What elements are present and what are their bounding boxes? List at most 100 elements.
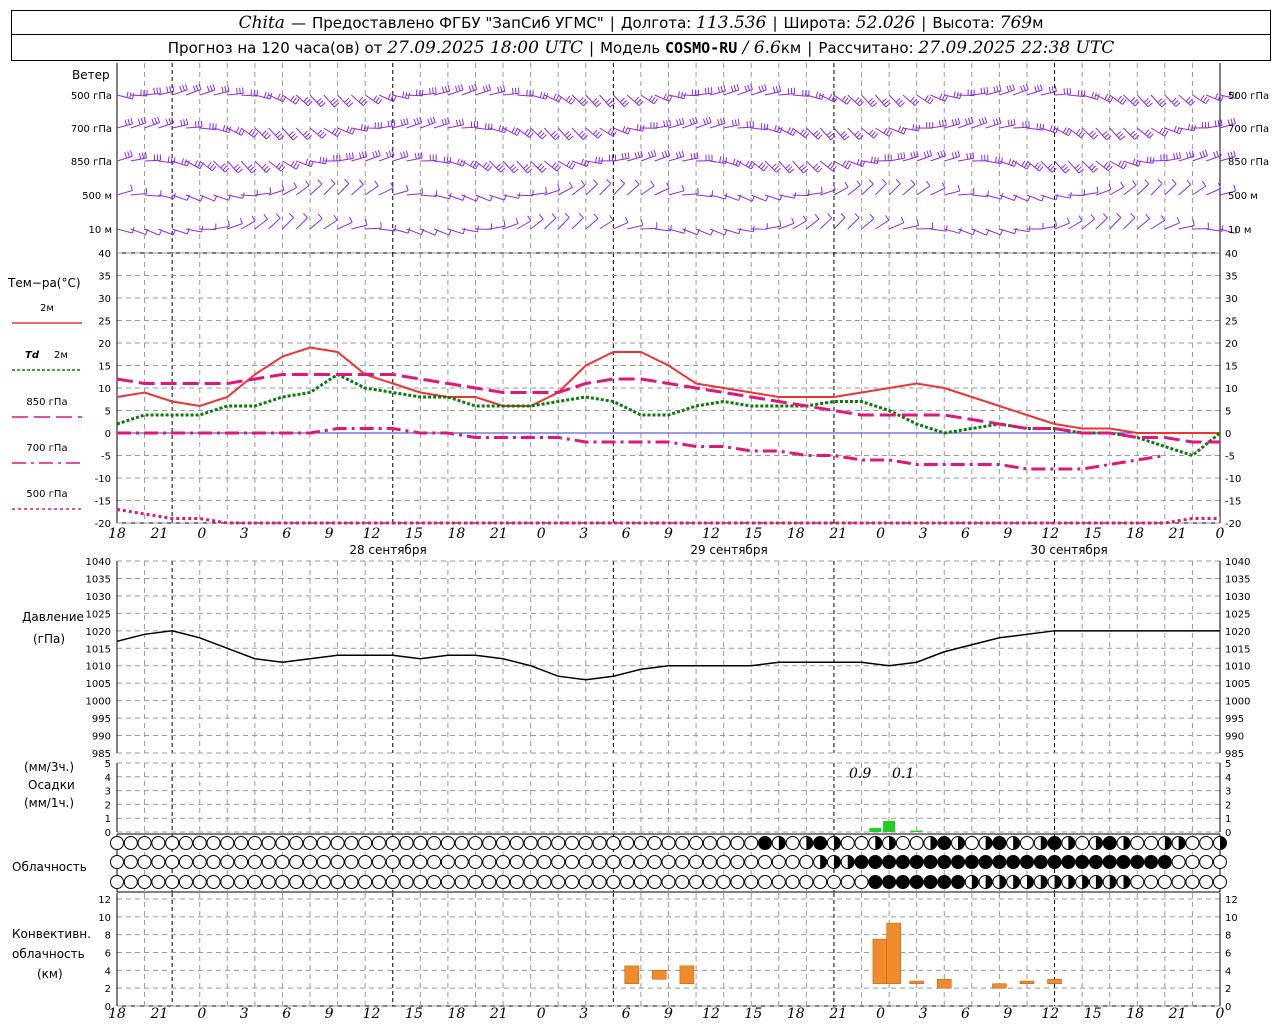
cloud-fill bbox=[820, 855, 827, 869]
wind-barb-feather bbox=[206, 86, 210, 93]
wind-barb bbox=[1206, 182, 1222, 196]
bottom-xtick: 18 bbox=[447, 1006, 465, 1022]
wind-barb bbox=[254, 214, 268, 230]
wind-barb bbox=[516, 160, 533, 174]
prec-ytick-left: 2 bbox=[105, 800, 111, 811]
bottom-xtick: 21 bbox=[489, 1006, 508, 1022]
wind-barb bbox=[282, 94, 300, 105]
cloud-circle bbox=[206, 855, 221, 869]
wind-barb-feather bbox=[764, 84, 767, 91]
temp-xtick: 0 bbox=[197, 526, 206, 542]
temp-xtick: 21 bbox=[150, 526, 169, 542]
wind-barb-shaft bbox=[158, 122, 174, 129]
convective-bar bbox=[1019, 980, 1035, 984]
wind-barb bbox=[226, 160, 243, 174]
wind-barb-shaft bbox=[668, 155, 684, 162]
wind-barb bbox=[1013, 83, 1029, 96]
cloud-fill bbox=[1054, 875, 1062, 889]
wind-barb bbox=[626, 150, 643, 162]
wind-barb-feather bbox=[1233, 117, 1236, 124]
cloud-fill bbox=[1103, 836, 1117, 850]
cloud-circle bbox=[496, 855, 511, 869]
cloud-circle bbox=[385, 836, 400, 850]
wind-barb-shaft bbox=[1054, 222, 1070, 230]
wind-barb bbox=[902, 179, 916, 196]
wind-barb-feather bbox=[318, 100, 324, 105]
cloud-symbol bbox=[261, 855, 276, 869]
wind-barb-feather bbox=[696, 152, 699, 159]
pres-ytick-right: 1025 bbox=[1225, 609, 1250, 620]
cloud-symbol bbox=[978, 855, 993, 869]
wind-barb-feather bbox=[640, 219, 644, 226]
bottom-xtick: 18 bbox=[787, 1006, 805, 1022]
cloud-symbol bbox=[344, 875, 359, 889]
wind-level-label-right: 700 гПа bbox=[1228, 124, 1269, 135]
prec-ytick-right: 4 bbox=[1225, 773, 1231, 784]
wind-barb-feather bbox=[750, 163, 755, 170]
cloud-fill bbox=[1013, 875, 1020, 889]
cloud-symbol bbox=[1157, 875, 1172, 889]
wind-barb-feather bbox=[224, 86, 227, 93]
wind-barb-feather bbox=[927, 96, 932, 103]
wind-barb-feather bbox=[820, 186, 823, 193]
wind-barb-shaft bbox=[916, 185, 931, 196]
cloud-circle bbox=[234, 875, 249, 889]
wind-barb-shaft bbox=[282, 187, 297, 196]
wind-barb-feather bbox=[627, 128, 631, 135]
wind-barb-feather bbox=[1075, 129, 1081, 135]
cloud-circle bbox=[413, 836, 428, 850]
wind-barb-feather bbox=[1054, 85, 1057, 92]
wind-barb-feather bbox=[1109, 96, 1114, 103]
cloud-circle bbox=[234, 855, 249, 869]
cloud-symbol bbox=[592, 875, 607, 889]
cloud-symbol bbox=[151, 855, 166, 869]
wind-barb-shaft bbox=[571, 127, 584, 140]
wind-barb-feather bbox=[813, 130, 819, 136]
cloud-symbol bbox=[716, 836, 731, 850]
wind-barb bbox=[723, 84, 740, 96]
cloud-circle bbox=[647, 836, 662, 850]
cloud-symbol bbox=[564, 836, 579, 850]
wind-barb-feather bbox=[334, 102, 340, 108]
wind-barb bbox=[1192, 180, 1207, 196]
wind-barb-feather bbox=[333, 214, 338, 221]
wind-barb-shaft bbox=[1206, 187, 1221, 196]
wind-barb-feather bbox=[681, 117, 685, 124]
cloud-fill bbox=[875, 836, 882, 850]
cloud-symbol bbox=[771, 875, 786, 889]
wind-barb-shaft bbox=[819, 127, 832, 141]
wind-barb-feather bbox=[854, 97, 860, 103]
temp-xtick: 15 bbox=[744, 526, 762, 542]
temp-ytick-right: 30 bbox=[1225, 294, 1238, 305]
precip-bar bbox=[869, 827, 882, 832]
wind-barb-feather bbox=[156, 87, 159, 94]
cloud-symbol bbox=[771, 836, 786, 850]
wind-barb-shaft bbox=[696, 194, 713, 198]
wind-barb-feather bbox=[468, 85, 472, 92]
wind-barb-feather bbox=[1215, 150, 1219, 157]
wind-barb-feather bbox=[407, 92, 411, 99]
cloud-symbol bbox=[1102, 875, 1117, 889]
wind-barb-feather bbox=[1178, 152, 1182, 159]
wind-barb-feather bbox=[361, 151, 365, 158]
cloud-circle bbox=[303, 875, 318, 889]
wind-barb-feather bbox=[710, 87, 713, 94]
wind-barb-feather bbox=[598, 157, 601, 164]
temp-xtick: 3 bbox=[240, 526, 249, 542]
cloud-symbol bbox=[661, 875, 676, 889]
wind-barb-feather bbox=[1080, 90, 1083, 97]
cloud-symbol bbox=[537, 855, 552, 869]
wind-barb-feather bbox=[251, 130, 256, 136]
legend-td-label: Td bbox=[25, 350, 40, 361]
wind-barb-feather bbox=[498, 165, 504, 171]
wind-barb-feather bbox=[454, 85, 458, 92]
cloud-symbol bbox=[840, 836, 855, 850]
conv-ytick-left: 6 bbox=[105, 949, 111, 960]
wind-barb-shaft bbox=[1123, 217, 1136, 230]
cloud-symbol bbox=[440, 875, 455, 889]
wind-barb bbox=[557, 212, 570, 230]
wind-barb-feather bbox=[681, 184, 685, 191]
wind-barb-feather bbox=[459, 159, 463, 166]
cloud-circle bbox=[523, 875, 538, 889]
wind-barb bbox=[185, 83, 202, 96]
